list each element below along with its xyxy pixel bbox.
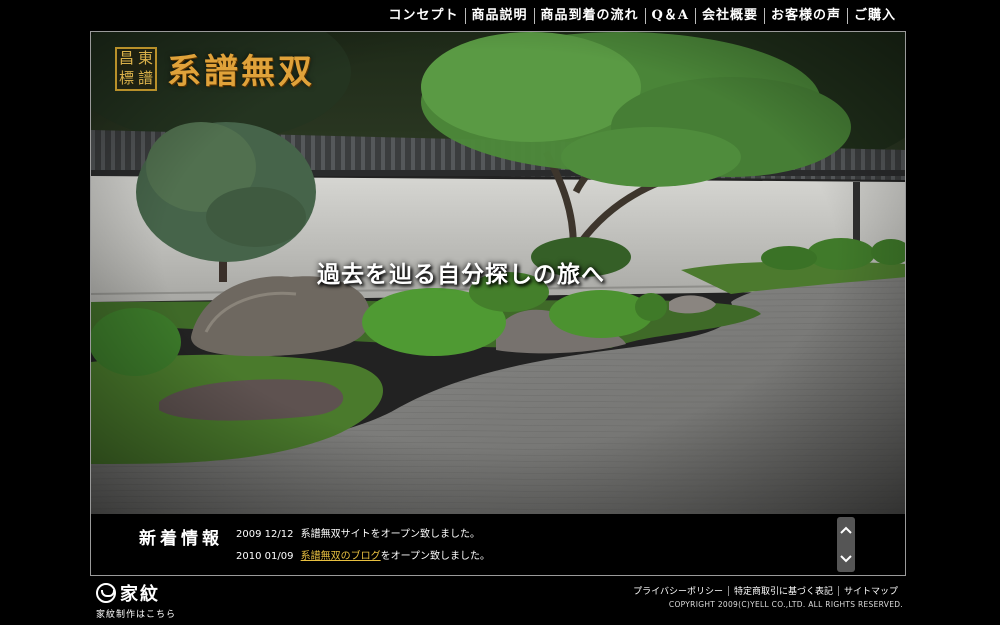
news-panel: 新着情報 2009 12/12 系譜無双サイトをオープン致しました。 2010 … bbox=[91, 514, 905, 575]
seal-char: 昌 bbox=[118, 49, 134, 67]
nav-product-description[interactable]: 商品説明 bbox=[466, 8, 534, 24]
nav-company[interactable]: 会社概要 bbox=[696, 8, 764, 24]
hero-frame: 昌 東 標 譜 系譜無双 過去を辿る自分探しの旅へ 新着情報 2009 12/1… bbox=[90, 31, 906, 576]
news-date: 2010 01/09 bbox=[236, 551, 294, 562]
privacy-policy-link[interactable]: プライバシーポリシー bbox=[628, 584, 728, 597]
news-scroll-control bbox=[837, 517, 855, 572]
nav-qa[interactable]: Q＆A bbox=[646, 8, 695, 24]
nav-customer-voice[interactable]: お客様の声 bbox=[765, 8, 847, 24]
news-item: 2009 12/12 系譜無双サイトをオープン致しました。 bbox=[236, 525, 480, 540]
site-logo[interactable]: 昌 東 標 譜 系譜無双 bbox=[115, 44, 315, 93]
news-item: 2010 01/09 系譜無双のブログをオープン致しました。 bbox=[236, 547, 490, 562]
blog-link[interactable]: 系譜無双のブログ bbox=[301, 551, 381, 562]
nav-purchase[interactable]: ご購入 bbox=[848, 8, 902, 24]
footer-links: プライバシーポリシー 特定商取引に基づく表記 サイトマップ bbox=[628, 584, 903, 597]
sitemap-link[interactable]: サイトマップ bbox=[839, 584, 903, 597]
hero-tagline: 過去を辿る自分探しの旅へ bbox=[317, 261, 605, 288]
seal-char: 標 bbox=[118, 69, 134, 87]
chevron-down-icon[interactable] bbox=[838, 550, 854, 568]
logo-text: 系譜無双 bbox=[167, 52, 315, 92]
logo-seal: 昌 東 標 譜 bbox=[115, 46, 157, 91]
kamon-subtitle: 家紋制作はこちら bbox=[96, 610, 177, 620]
news-text: 系譜無双サイトをオープン致しました。 bbox=[300, 529, 481, 540]
commerce-law-link[interactable]: 特定商取引に基づく表記 bbox=[729, 584, 838, 597]
seal-char: 東 bbox=[137, 49, 153, 67]
nav-delivery-flow[interactable]: 商品到着の流れ bbox=[535, 8, 645, 24]
copyright: COPYRIGHT 2009(C)YELL CO.,LTD. ALL RIGHT… bbox=[668, 600, 903, 609]
kamon-crest-icon bbox=[96, 583, 116, 603]
chevron-up-icon[interactable] bbox=[838, 521, 854, 539]
top-navigation: コンセプト 商品説明 商品到着の流れ Q＆A 会社概要 お客様の声 ご購入 bbox=[382, 8, 902, 24]
news-text: をオープン致しました。 bbox=[380, 551, 491, 562]
kamon-banner[interactable]: 家紋 家紋制作はこちら bbox=[96, 580, 176, 620]
news-date: 2009 12/12 bbox=[236, 529, 294, 540]
seal-char: 譜 bbox=[137, 69, 153, 87]
nav-concept[interactable]: コンセプト bbox=[382, 8, 464, 24]
news-title: 新着情報 bbox=[139, 529, 223, 549]
kamon-title: 家紋 bbox=[120, 584, 160, 605]
